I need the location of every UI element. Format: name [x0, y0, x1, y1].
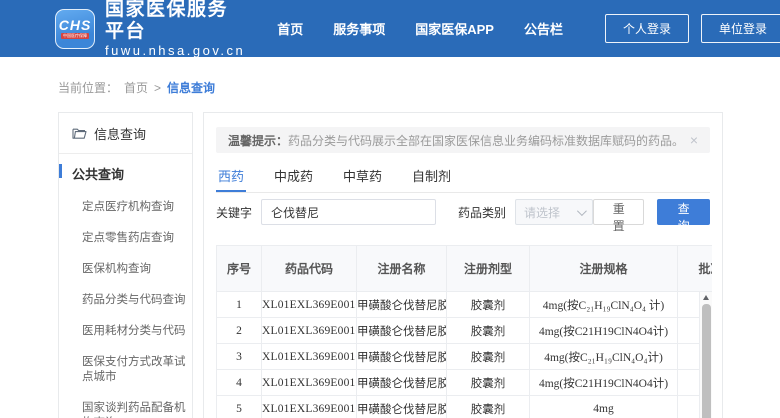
nav-item-2[interactable]: 服务事项: [333, 19, 385, 38]
breadcrumb-current[interactable]: 信息查询: [167, 79, 215, 96]
unit-login-button[interactable]: 单位登录: [701, 14, 780, 43]
category-placeholder: 请选择: [524, 204, 577, 221]
table-row: 2XL01EXL369E0010101...甲磺酸仑伐替尼胶囊胶囊剂4mg(按C…: [217, 318, 713, 344]
sidebar-item-2[interactable]: 定点零售药店查询: [59, 223, 192, 254]
cell-name: 甲磺酸仑伐替尼胶囊: [357, 396, 447, 418]
cell-no: 4: [217, 370, 262, 396]
cell-form: 胶囊剂: [447, 318, 530, 344]
column-header-4: 注册剂型: [447, 246, 530, 292]
site-title: 国家医保服务平台: [105, 0, 245, 43]
sidebar: 信息查询 公共查询 定点医疗机构查询定点零售药店查询医保机构查询药品分类与代码查…: [58, 112, 193, 418]
top-header: CHS 中国医疗保障 国家医保服务平台 fuwu.nhsa.gov.cn 首页 服…: [0, 0, 780, 57]
nav-item-4[interactable]: 公告栏: [524, 19, 563, 38]
nav-item-3[interactable]: 国家医保APP: [415, 19, 494, 38]
cell-code: XL01EXL369E0010101...: [262, 292, 357, 318]
section-active-bar: [59, 164, 62, 178]
nav-item-1[interactable]: 首页: [277, 19, 303, 38]
results-table-wrapper: 序号药品代码注册名称注册剂型注册规格批准文号 1XL01EXL369E00101…: [216, 245, 712, 418]
cell-code: XL01EXL369E0010101...: [262, 318, 357, 344]
cell-no: 2: [217, 318, 262, 344]
keyword-input[interactable]: [261, 199, 436, 225]
sidebar-header-label: 信息查询: [94, 124, 146, 143]
sidebar-section-public-query[interactable]: 公共查询: [59, 154, 192, 192]
logo-subtext: 中国医疗保障: [61, 33, 89, 39]
column-header-5: 注册规格: [530, 246, 678, 292]
category-label: 药品类别: [458, 204, 506, 221]
cell-spec: 4mg(按C₂₁H₁₉ClN₄O₄计): [530, 344, 678, 370]
cell-form: 胶囊剂: [447, 396, 530, 418]
cell-form: 胶囊剂: [447, 292, 530, 318]
column-header-1: 序号: [217, 246, 262, 292]
table-row: 1XL01EXL369E0010101...甲磺酸仑伐替尼胶囊胶囊剂4mg(按C…: [217, 292, 713, 318]
notice-text: 药品分类与代码展示全部在国家医保信息业务编码标准数据库赋码的药品。: [288, 132, 682, 149]
cell-no: 1: [217, 292, 262, 318]
table-row: 3XL01EXL369E0010101...甲磺酸仑伐替尼胶囊胶囊剂4mg(按C…: [217, 344, 713, 370]
cell-code: XL01EXL369E0010101...: [262, 396, 357, 418]
cell-form: 胶囊剂: [447, 344, 530, 370]
column-header-3: 注册名称: [357, 246, 447, 292]
breadcrumb-label: 当前位置：: [58, 79, 118, 96]
main-panel: 温馨提示： 药品分类与代码展示全部在国家医保信息业务编码标准数据库赋码的药品。 …: [203, 112, 723, 418]
tab-3[interactable]: 中草药: [341, 159, 384, 192]
drug-type-tabs: 西药中成药中草药自制剂: [216, 159, 710, 193]
sidebar-header-info-query[interactable]: 信息查询: [59, 113, 192, 153]
sidebar-menu: 定点医疗机构查询定点零售药店查询医保机构查询药品分类与代码查询医用耗材分类与代码…: [59, 192, 192, 418]
notice-label: 温馨提示：: [228, 132, 288, 149]
tab-4[interactable]: 自制剂: [410, 159, 453, 192]
reset-button[interactable]: 重置: [593, 199, 644, 225]
tab-1[interactable]: 西药: [216, 159, 246, 192]
cell-no: 5: [217, 396, 262, 418]
personal-login-button[interactable]: 个人登录: [605, 14, 689, 43]
logo-text: CHS: [59, 18, 92, 33]
cell-name: 甲磺酸仑伐替尼胶囊: [357, 344, 447, 370]
cell-spec: 4mg(按C21H19ClN4O4计): [530, 318, 678, 344]
keyword-label: 关键字: [216, 204, 252, 221]
close-icon[interactable]: ×: [690, 133, 698, 147]
breadcrumb-home-link[interactable]: 首页: [124, 79, 148, 96]
header-nav: 首页 服务事项 国家医保APP 公告栏: [277, 19, 593, 38]
sidebar-item-7[interactable]: 国家谈判药品配备机构查询: [59, 393, 192, 418]
scrollbar-thumb[interactable]: [702, 304, 711, 418]
search-form: 关键字 药品类别 请选择 重置 查询: [216, 199, 710, 225]
table-scrollbar: [699, 292, 712, 418]
site-domain: fuwu.nhsa.gov.cn: [105, 43, 245, 58]
cell-spec: 4mg(按C21H19ClN4O4计): [530, 370, 678, 396]
column-header-6: 批准文号: [678, 246, 713, 292]
cell-form: 胶囊剂: [447, 370, 530, 396]
cell-spec: 4mg(按C₂₁H₁₉ClN₄O₄ 计): [530, 292, 678, 318]
sidebar-item-3[interactable]: 医保机构查询: [59, 254, 192, 285]
cell-spec: 4mg: [530, 396, 678, 418]
breadcrumb: 当前位置： 首页 > 信息查询: [58, 79, 215, 96]
sidebar-item-5[interactable]: 医用耗材分类与代码: [59, 316, 192, 347]
table-row: 5XL01EXL369E0010101...甲磺酸仑伐替尼胶囊胶囊剂4mg: [217, 396, 713, 418]
cell-name: 甲磺酸仑伐替尼胶囊: [357, 370, 447, 396]
cell-name: 甲磺酸仑伐替尼胶囊: [357, 292, 447, 318]
cell-code: XL01EXL369E0010101...: [262, 344, 357, 370]
site-brand: 国家医保服务平台 fuwu.nhsa.gov.cn: [105, 0, 245, 58]
table-row: 4XL01EXL369E0010101...甲磺酸仑伐替尼胶囊胶囊剂4mg(按C…: [217, 370, 713, 396]
table-header-row: 序号药品代码注册名称注册剂型注册规格批准文号: [217, 246, 713, 292]
breadcrumb-separator: >: [154, 81, 161, 95]
category-select[interactable]: 请选择: [515, 199, 593, 225]
sidebar-item-6[interactable]: 医保支付方式改革试点城市: [59, 347, 192, 393]
table-body: 1XL01EXL369E0010101...甲磺酸仑伐替尼胶囊胶囊剂4mg(按C…: [217, 292, 713, 418]
scrollbar-up-icon[interactable]: [700, 292, 712, 303]
notice-bar: 温馨提示： 药品分类与代码展示全部在国家医保信息业务编码标准数据库赋码的药品。 …: [216, 127, 710, 153]
cell-no: 3: [217, 344, 262, 370]
sidebar-item-4[interactable]: 药品分类与代码查询: [59, 285, 192, 316]
tab-2[interactable]: 中成药: [272, 159, 315, 192]
cell-name: 甲磺酸仑伐替尼胶囊: [357, 318, 447, 344]
chevron-down-icon: [577, 206, 587, 216]
column-header-2: 药品代码: [262, 246, 357, 292]
cell-code: XL01EXL369E0010101...: [262, 370, 357, 396]
site-logo[interactable]: CHS 中国医疗保障: [55, 9, 95, 49]
sidebar-item-1[interactable]: 定点医疗机构查询: [59, 192, 192, 223]
search-button[interactable]: 查询: [657, 199, 710, 225]
results-table: 序号药品代码注册名称注册剂型注册规格批准文号 1XL01EXL369E00101…: [216, 245, 712, 418]
folder-icon: [72, 127, 87, 140]
login-buttons: 个人登录 单位登录: [593, 14, 780, 43]
sidebar-section-label: 公共查询: [72, 167, 124, 182]
